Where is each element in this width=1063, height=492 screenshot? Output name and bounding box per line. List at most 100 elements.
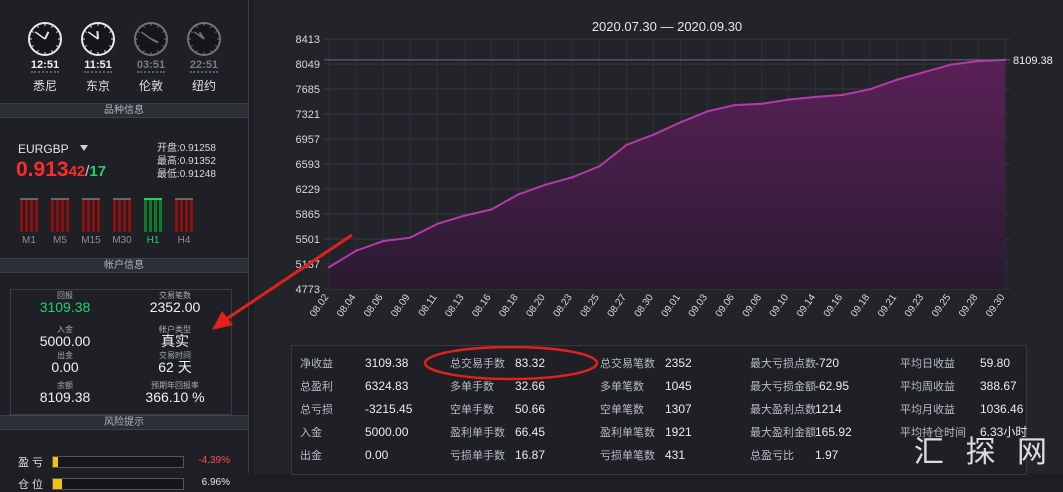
- clock-3: 22:51 纽约: [184, 21, 224, 94]
- clock-dots: [31, 71, 59, 76]
- ohl-key: 最低:: [157, 169, 180, 180]
- equity-area: [329, 59, 1005, 289]
- stats-row: 平均月收益 1036.46: [900, 398, 1027, 421]
- clock-dots: [190, 71, 218, 76]
- account-item: 入金 5000.00: [10, 325, 120, 349]
- timeframe-m1[interactable]: M1: [18, 198, 40, 246]
- chart-title: 2020.07.30 — 2020.09.30: [592, 19, 742, 34]
- stats-key: 最大亏损点数: [750, 358, 816, 370]
- clock-face-icon: [81, 22, 115, 56]
- stats-row: 平均周收益 388.67: [900, 375, 1027, 398]
- clock-time: 11:51: [84, 59, 112, 71]
- ohl-key: 最高:: [157, 156, 180, 167]
- stats-value: 83.32: [515, 356, 546, 370]
- timeframe-m15[interactable]: M15: [80, 198, 102, 246]
- ohl-block: 开盘:0.91258 最高:0.91352 最低:0.91248: [157, 142, 216, 181]
- stats-key: 亏损单手数: [450, 450, 505, 462]
- clock-0: 12:51 悉尼: [25, 21, 65, 94]
- account-item: 预期年回报率 366.10 %: [120, 381, 230, 405]
- stats-key: 空单笔数: [600, 404, 644, 416]
- risk-label: 仓 位: [18, 479, 44, 491]
- stats-column: 总交易手数 83.32 多单手数 32.66 空单手数 50.66 盈利单手数 66.45 亏损…: [450, 352, 545, 467]
- account-item: 余额 8109.38: [10, 381, 120, 405]
- price-pips: 42: [68, 163, 86, 180]
- clock-1: 11:51 东京: [78, 21, 118, 94]
- account-item: 回报 3109.38: [10, 291, 120, 315]
- y-tick-label: 5501: [296, 234, 320, 246]
- stats-row: 总盈利 6324.83: [300, 375, 412, 398]
- equity-point: [679, 121, 682, 124]
- timeframe-m5[interactable]: M5: [49, 198, 71, 246]
- stats-value: 66.45: [515, 425, 546, 439]
- stats-key: 多单笔数: [600, 381, 644, 393]
- clock-time: 22:51: [189, 59, 219, 71]
- x-tick-label: 09.18: [849, 292, 873, 319]
- x-tick-label: 09.16: [822, 292, 846, 319]
- x-tick-label: 09.01: [660, 292, 684, 319]
- stats-key: 平均日收益: [900, 358, 955, 370]
- timeframe-h4[interactable]: H4: [173, 198, 195, 246]
- stats-value: 1036.46: [980, 402, 1024, 416]
- timeframe-label: M30: [112, 235, 132, 246]
- equity-point: [976, 59, 980, 63]
- watermark-text: 汇 探 网: [913, 435, 1053, 470]
- y-tick-label: 5865: [296, 209, 320, 221]
- stats-value: 165.92: [815, 425, 852, 439]
- stats-column: 总交易笔数 2352 多单笔数 1045 空单笔数 1307 盈利单笔数 1921 亏损单笔数 4…: [600, 352, 692, 467]
- price-main: 0.913: [16, 158, 69, 181]
- timeframe-h1[interactable]: H1: [142, 198, 164, 246]
- symbol-dropdown-icon[interactable]: [80, 145, 88, 151]
- stats-key: 平均月收益: [900, 404, 955, 416]
- stats-row: 入金 5000.00: [300, 421, 412, 444]
- x-tick-label: 09.14: [795, 292, 819, 319]
- equity-point: [327, 266, 331, 269]
- x-tick-label: 08.25: [578, 292, 602, 319]
- clock-face-icon: [28, 22, 62, 56]
- stats-key: 最大盈利金额: [750, 427, 816, 439]
- clock-time: 03:51: [136, 59, 166, 71]
- clock-face-icon: [134, 22, 168, 56]
- stats-value: -720: [815, 356, 840, 370]
- equity-point: [895, 78, 899, 81]
- equity-point: [408, 236, 412, 239]
- x-tick-label: 08.20: [524, 292, 548, 319]
- stats-row: 多单手数 32.66: [450, 375, 545, 398]
- account-item: 交易时间 62 天: [120, 351, 230, 375]
- x-tick-label: 09.10: [768, 292, 792, 319]
- stats-row: 平均日收益 59.80: [900, 352, 1027, 375]
- stats-value: 32.66: [515, 379, 546, 393]
- risk-label: 盈 亏: [18, 457, 44, 469]
- equity-point: [354, 249, 358, 252]
- ohl-value: 0.91248: [179, 169, 216, 180]
- x-tick-label: 08.23: [551, 292, 575, 319]
- stats-row: 最大亏损金额-62.95: [750, 375, 852, 398]
- ohl-row: 开盘:0.91258: [157, 142, 216, 155]
- stats-key: 平均周收益: [900, 381, 955, 393]
- risk-bar-fill: [53, 479, 63, 489]
- y-tick-label: 7321: [296, 109, 320, 121]
- stats-value: 2352: [665, 356, 692, 370]
- left-panel: 12:51 悉尼 11:51 东京 03:51 伦敦 22:51 纽约 品种信息 EURGBP…: [0, 0, 249, 491]
- x-tick-label: 09.08: [741, 292, 765, 319]
- x-tick-label: 08.09: [389, 292, 413, 319]
- equity-point: [787, 98, 790, 101]
- stats-value: 1214: [815, 402, 842, 416]
- clock-dots: [137, 71, 165, 76]
- equity-point: [544, 183, 547, 187]
- price-display: 0.91342/17: [16, 158, 106, 182]
- symbol-name[interactable]: EURGBP: [18, 142, 69, 156]
- stats-key: 总盈利: [300, 381, 333, 393]
- stats-row: 空单笔数 1307: [600, 398, 692, 421]
- timeframe-label: H1: [146, 235, 160, 246]
- section-title-risk: 风险提示: [0, 415, 248, 430]
- stats-row: 最大盈利点数1214: [750, 398, 852, 421]
- x-tick-label: 09.23: [903, 292, 927, 319]
- y-tick-label: 7685: [296, 84, 320, 96]
- stats-key: 多单手数: [450, 381, 494, 393]
- stats-column: 最大亏损点数-720 最大亏损金额-62.95 最大盈利点数1214 最大盈利金额16…: [750, 352, 852, 467]
- timeframe-m30[interactable]: M30: [111, 198, 133, 246]
- section-title-quote: 品种信息: [0, 103, 248, 118]
- stats-value: 59.80: [980, 356, 1011, 370]
- x-tick-label: 08.13: [443, 292, 467, 319]
- timeframe-strength-bar: [82, 198, 100, 232]
